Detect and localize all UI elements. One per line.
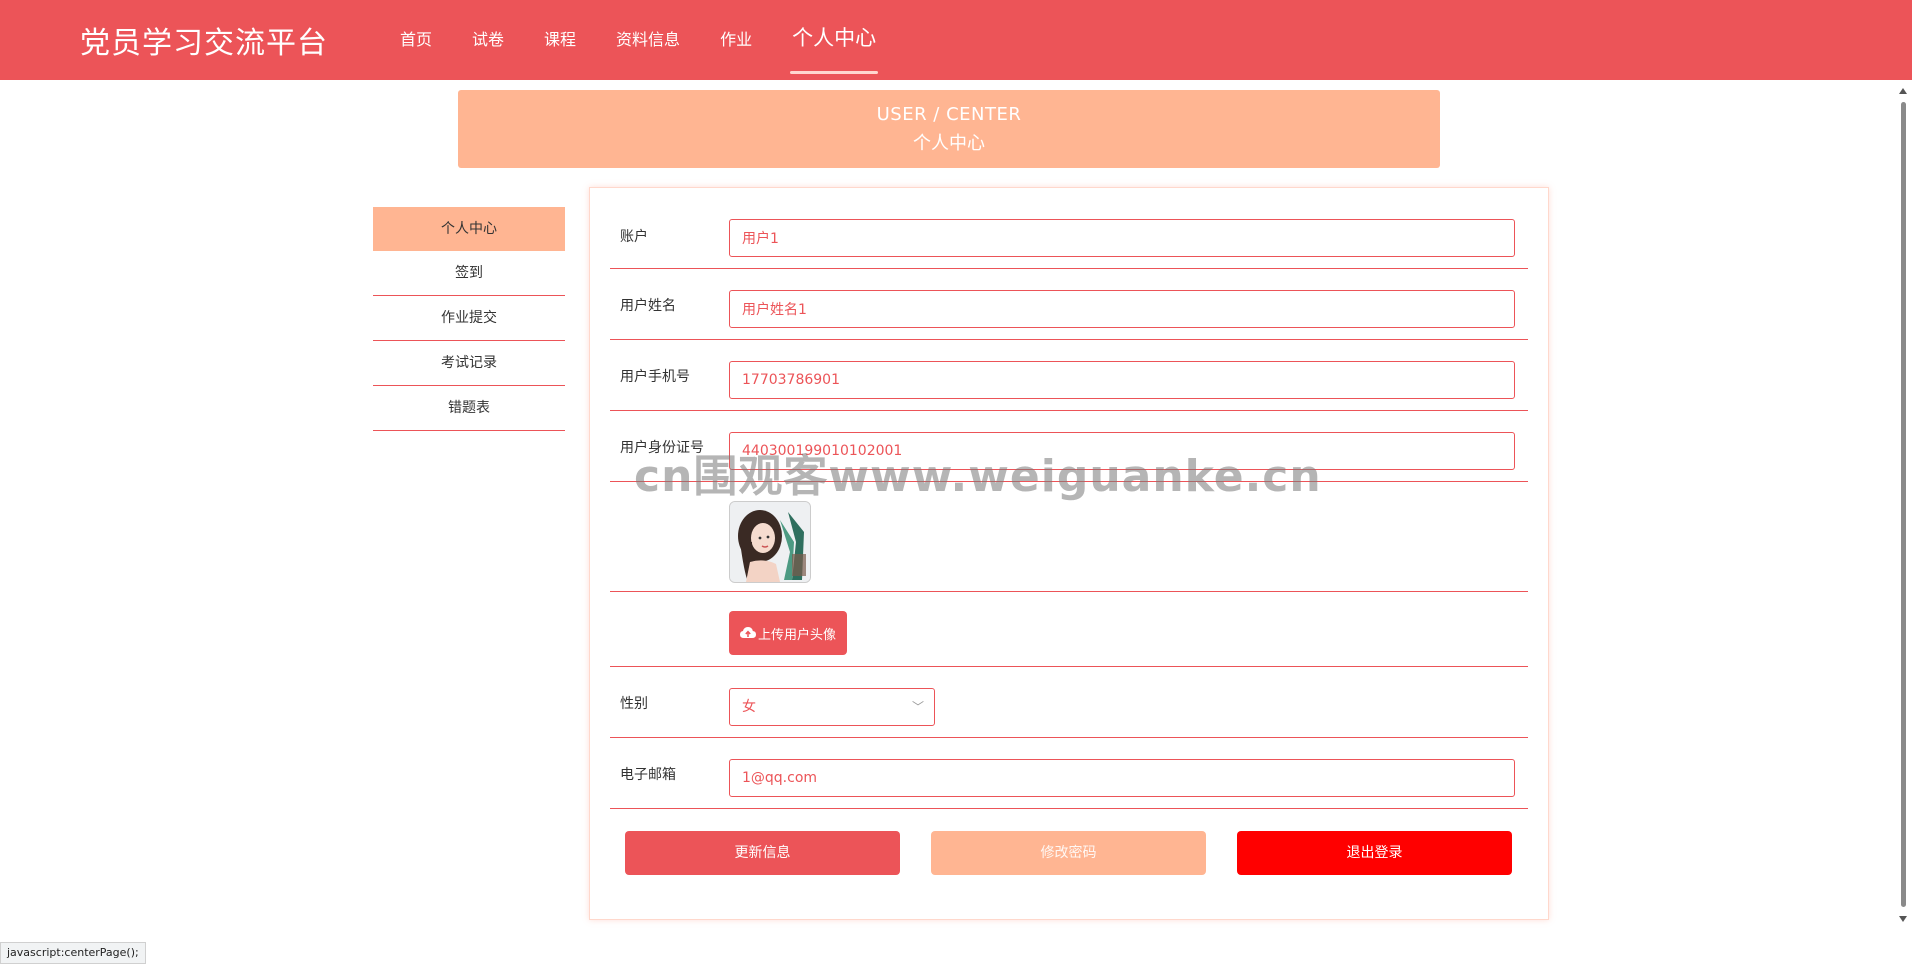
gender-select[interactable]: 女 ﹀ [729,688,935,726]
name-input[interactable] [729,290,1515,328]
sidebar-item-wrong-questions[interactable]: 错题表 [373,386,565,431]
nav-user-center[interactable]: 个人中心 [772,0,896,80]
avatar-portrait-icon [730,502,810,582]
nav-homework[interactable]: 作业 [700,0,772,80]
page-banner: USER / CENTER 个人中心 [458,90,1440,168]
account-input[interactable] [729,219,1515,257]
scroll-up-arrow-icon[interactable] [1899,88,1907,94]
idcard-input[interactable] [729,432,1515,470]
sidebar-item-sign-in[interactable]: 签到 [373,251,565,296]
scroll-down-arrow-icon[interactable] [1899,916,1907,922]
phone-input[interactable] [729,361,1515,399]
nav-courses[interactable]: 课程 [524,0,596,80]
form-row-phone: 用户手机号 [610,339,1528,411]
name-label: 用户姓名 [620,298,676,314]
gender-selected-value: 女 [742,699,756,715]
sidebar-item-user-center[interactable]: 个人中心 [373,207,565,251]
update-info-button[interactable]: 更新信息 [625,831,900,875]
chevron-down-icon: ﹀ [911,700,924,714]
user-info-form: 账户 用户姓名 用户手机号 用户身份证号 [589,187,1549,920]
nav-home[interactable]: 首页 [380,0,452,80]
browser-status-bar: javascript:centerPage(); [0,942,146,964]
sidebar-item-homework-submit[interactable]: 作业提交 [373,296,565,341]
account-label: 账户 [620,229,648,245]
user-sidebar: 个人中心 签到 作业提交 考试记录 错题表 [373,207,565,431]
idcard-label: 用户身份证号 [620,440,704,456]
scrollbar-thumb[interactable] [1901,102,1906,907]
form-row-account: 账户 [610,188,1528,269]
banner-title-cn: 个人中心 [913,133,985,154]
main-nav: 首页 试卷 课程 资料信息 作业 个人中心 [380,0,896,80]
sidebar-item-exam-records[interactable]: 考试记录 [373,341,565,386]
email-input[interactable] [729,759,1515,797]
site-brand[interactable]: 党员学习交流平台 [80,18,328,62]
form-row-avatar [610,481,1528,592]
user-avatar [729,501,811,583]
upload-avatar-label: 上传用户头像 [757,627,836,643]
page-scrollbar[interactable] [1895,80,1912,930]
form-row-upload: 上传用户头像 [610,591,1528,667]
nav-exam-papers[interactable]: 试卷 [452,0,524,80]
form-row-idcard: 用户身份证号 [610,410,1528,482]
form-row-name: 用户姓名 [610,268,1528,340]
gender-label: 性别 [620,696,648,712]
cloud-upload-icon [739,627,756,638]
form-row-gender: 性别 女 ﹀ [610,666,1528,738]
email-label: 电子邮箱 [620,767,676,783]
phone-label: 用户手机号 [620,369,690,385]
banner-title-en: USER / CENTER [876,104,1022,125]
upload-avatar-button[interactable]: 上传用户头像 [729,611,847,655]
nav-materials[interactable]: 资料信息 [596,0,700,80]
form-row-email: 电子邮箱 [610,737,1528,809]
logout-button[interactable]: 退出登录 [1237,831,1512,875]
top-navbar: 党员学习交流平台 首页 试卷 课程 资料信息 作业 个人中心 [0,0,1912,80]
change-password-button[interactable]: 修改密码 [931,831,1206,875]
